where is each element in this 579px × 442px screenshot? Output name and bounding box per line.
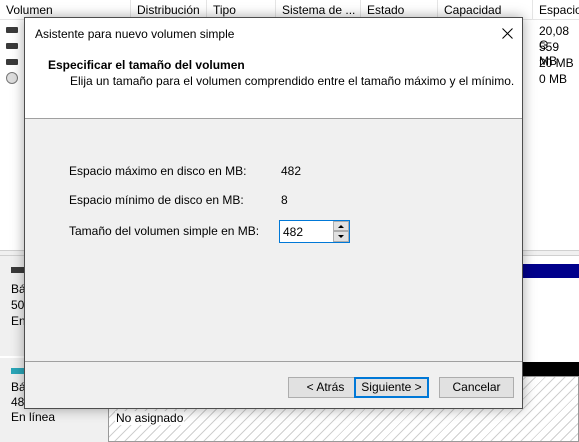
next-button[interactable]: Siguiente > [354,377,429,398]
partition-block[interactable] [522,278,579,354]
increment-button[interactable] [333,221,349,231]
free-space-cell: 20 MB [539,56,574,70]
volume-size-label: Tamaño del volumen simple en MB: [69,224,260,238]
drive-icon [6,43,18,49]
drive-icon [6,59,18,65]
volume-row-icon[interactable] [6,72,26,84]
partition-header-bar [522,264,579,278]
decrement-button[interactable] [333,231,349,242]
step-description: Elija un tamaño para el volumen comprend… [70,74,515,88]
column-header-free-space[interactable]: Espacio [533,0,579,19]
close-button[interactable] [492,18,522,48]
arrow-up-icon [338,224,344,228]
unallocated-label: No asignado [115,411,185,425]
volume-row-icon[interactable] [6,40,26,52]
cancel-button[interactable]: Cancelar [439,377,514,398]
disk-1-status: En línea [11,410,56,424]
dialog-title: Asistente para nuevo volumen simple [35,27,235,41]
dialog-titlebar[interactable]: Asistente para nuevo volumen simple [25,18,522,48]
close-icon [501,27,513,39]
min-space-label: Espacio mínimo de disco en MB: [69,193,244,207]
arrow-down-icon [338,235,344,238]
volume-size-stepper[interactable] [279,220,350,243]
free-space-cell: 0 MB [539,72,568,86]
back-button[interactable]: < Atrás [288,377,363,398]
volume-row-icon[interactable] [6,56,26,68]
button-separator [25,361,522,362]
max-space-value: 482 [281,164,302,178]
new-simple-volume-wizard: Asistente para nuevo volumen simple Espe… [24,17,523,409]
min-space-value: 8 [281,193,288,207]
cd-drive-icon [6,72,18,84]
step-title: Especificar el tamaño del volumen [48,58,245,72]
wizard-header: Especificar el tamaño del volumen Elija … [25,48,522,119]
volume-row-icon[interactable] [6,24,26,36]
drive-icon [6,27,18,33]
volume-size-input[interactable] [280,221,335,242]
max-space-label: Espacio máximo en disco en MB: [69,164,247,178]
